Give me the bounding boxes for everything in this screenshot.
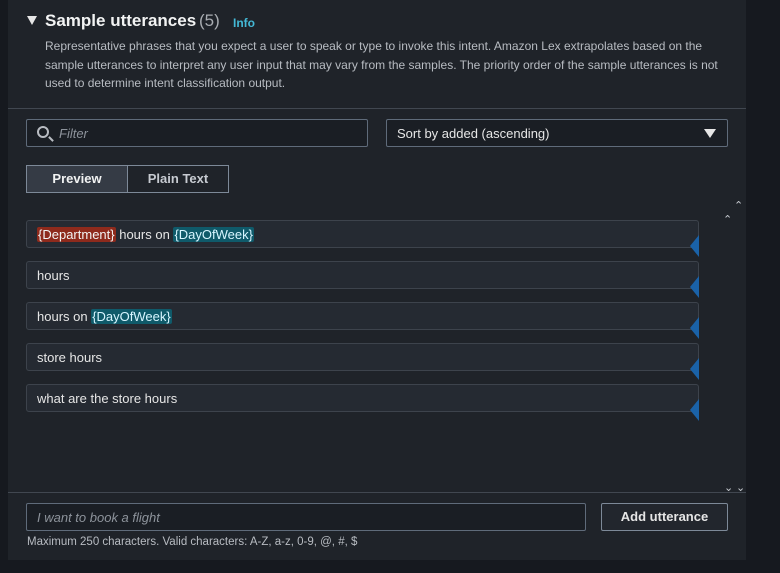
filter-input[interactable]	[59, 120, 359, 146]
utterance-row[interactable]: hours	[26, 261, 699, 298]
new-utterance-field[interactable]	[26, 503, 586, 531]
sort-selected-label: Sort by added (ascending)	[397, 126, 550, 141]
section-title: Sample utterances	[45, 11, 197, 30]
tab-plain-text[interactable]: Plain Text	[128, 166, 228, 192]
drag-handle-icon[interactable]	[690, 399, 699, 421]
slot-token: {Department}	[37, 227, 116, 242]
view-toggle: Preview Plain Text	[26, 165, 229, 193]
utterance-fragment: what are the store hours	[37, 391, 178, 406]
utterance-fragment: hours on	[115, 227, 174, 242]
utterance-row[interactable]: store hours	[26, 343, 699, 380]
slot-token: {DayOfWeek}	[91, 309, 172, 324]
search-icon	[37, 126, 49, 138]
caret-down-icon	[704, 129, 716, 138]
utterance-text: hours	[37, 268, 70, 283]
new-utterance-input[interactable]	[37, 504, 577, 530]
utterance-list: {Department} hours on {DayOfWeek} hours ho…	[8, 203, 746, 493]
utterance-text: hours on {DayOfWeek}	[37, 309, 172, 324]
utterance-fragment: hours on	[37, 309, 92, 324]
utterance-row[interactable]: hours on {DayOfWeek}	[26, 302, 699, 339]
utterance-fragment: hours	[37, 268, 70, 283]
sort-select[interactable]: Sort by added (ascending)	[386, 119, 728, 147]
utterance-text: {Department} hours on {DayOfWeek}	[37, 227, 254, 242]
utterance-row[interactable]: what are the store hours	[26, 384, 699, 421]
info-link[interactable]: Info	[233, 16, 255, 30]
utterance-row[interactable]: {Department} hours on {DayOfWeek}	[26, 220, 699, 257]
add-utterance-button[interactable]: Add utterance	[601, 503, 728, 531]
drag-handle-icon[interactable]	[690, 317, 699, 339]
section-header: Sample utterances (5) Info Representativ…	[8, 0, 746, 108]
character-hint: Maximum 250 characters. Valid characters…	[27, 536, 358, 548]
sample-utterances-panel: Sample utterances (5) Info Representativ…	[8, 0, 746, 560]
scroll-top-icon[interactable]: ⌃	[734, 199, 743, 212]
scroll-up-icon[interactable]: ⌃	[723, 213, 732, 226]
drag-handle-icon[interactable]	[690, 358, 699, 380]
utterance-text: what are the store hours	[37, 391, 177, 406]
collapse-caret-icon[interactable]	[27, 16, 37, 25]
tab-preview[interactable]: Preview	[27, 166, 128, 192]
divider	[8, 108, 746, 109]
filter-field[interactable]	[26, 119, 368, 147]
section-description: Representative phrases that you expect a…	[45, 39, 718, 90]
utterance-fragment: store hours	[37, 350, 103, 365]
drag-handle-icon[interactable]	[690, 235, 699, 257]
slot-token: {DayOfWeek}	[173, 227, 254, 242]
divider	[8, 492, 746, 493]
utterance-text: store hours	[37, 350, 102, 365]
utterance-count: (5)	[199, 11, 220, 30]
drag-handle-icon[interactable]	[690, 276, 699, 298]
